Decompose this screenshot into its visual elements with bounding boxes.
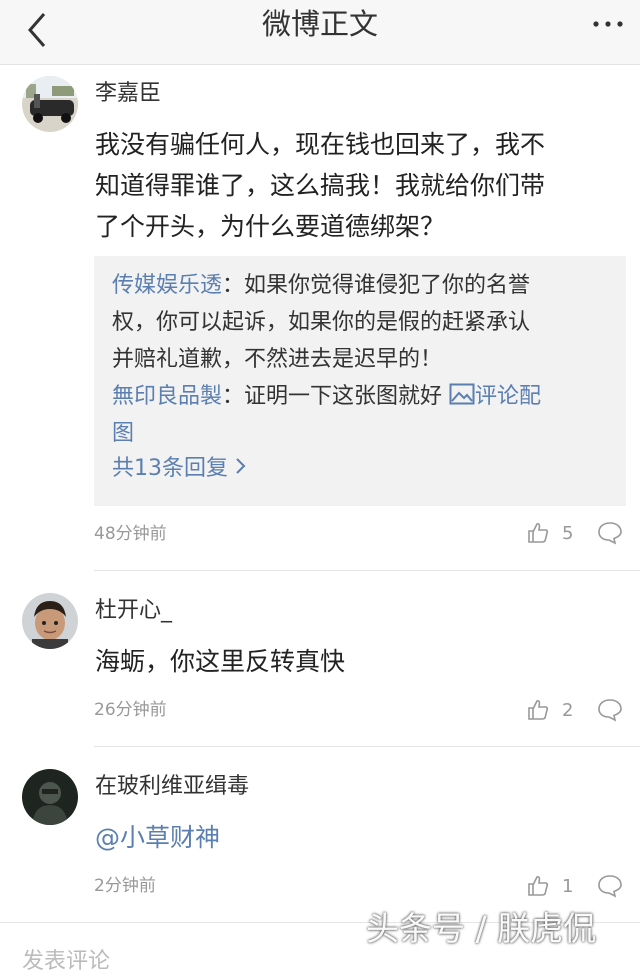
more-replies-link[interactable]: 共13条回复 — [112, 453, 247, 485]
comment-text-line: 了个开头，为什么要道德绑架？ — [95, 212, 446, 241]
like-button[interactable]: 2 — [526, 698, 586, 724]
like-count: 5 — [562, 523, 574, 544]
comment-text: 海蛎，你这里反转真快 — [95, 647, 346, 676]
reply-text-line: 权，你可以起诉，如果你的是假的赶紧承认 — [112, 310, 531, 335]
comment-picture-label: 评论配 — [475, 384, 542, 409]
reply-item: 传媒娱乐透：如果你觉得谁侵犯了你的名誉 权，你可以起诉，如果你的是假的赶紧承认 … — [112, 267, 612, 378]
comment-username[interactable]: 在玻利维亚缉毒 — [95, 772, 249, 802]
comment-username[interactable]: 杜开心_ — [95, 596, 172, 626]
reply-item: 無印良品製：证明一下这张图就好 评论配图 — [112, 378, 612, 452]
comment-username[interactable]: 李嘉臣 — [95, 79, 161, 109]
comment-time: 2分钟前 — [94, 876, 156, 896]
reply-username[interactable]: 传媒娱乐透 — [112, 273, 222, 298]
reply-button[interactable] — [597, 874, 623, 898]
comment-bubble-icon — [598, 699, 622, 722]
reply-text: ：证明一下这张图就好 — [222, 384, 443, 409]
comment-input-placeholder[interactable]: 发表评论 — [22, 947, 110, 977]
top-navigation-bar: 微博正文 — [0, 0, 640, 65]
like-button[interactable]: 1 — [526, 874, 586, 900]
like-count: 2 — [562, 700, 574, 721]
comment-time: 48分钟前 — [94, 524, 167, 544]
comment-bubble-icon — [598, 522, 622, 545]
thumbs-up-icon — [528, 522, 549, 543]
divider — [94, 746, 640, 747]
avatar[interactable] — [22, 76, 78, 132]
avatar[interactable] — [22, 769, 78, 825]
more-dots-icon — [593, 21, 623, 27]
reply-button[interactable] — [597, 698, 623, 722]
reply-text-line: ：如果你觉得谁侵犯了你的名誉 — [222, 273, 531, 298]
comment-text-line: 我没有骗任何人，现在钱也回来了，我不 — [95, 130, 546, 159]
like-button[interactable]: 5 — [526, 521, 586, 547]
more-button[interactable] — [590, 14, 626, 34]
chevron-right-icon — [236, 458, 246, 474]
like-count: 1 — [562, 876, 574, 897]
image-icon — [449, 383, 475, 405]
reply-username[interactable]: 無印良品製 — [112, 384, 222, 409]
thumbs-up-icon — [528, 875, 549, 896]
divider — [94, 570, 640, 571]
comment-time: 26分钟前 — [94, 700, 167, 720]
avatar[interactable] — [22, 593, 78, 649]
comment-text-line: 知道得罪谁了，这么搞我！我就给你们带 — [95, 171, 546, 200]
more-replies-label: 共13条回复 — [112, 456, 228, 481]
reply-box[interactable]: 传媒娱乐透：如果你觉得谁侵犯了你的名誉 权，你可以起诉，如果你的是假的赶紧承认 … — [94, 256, 626, 506]
mention-link[interactable]: @小草财神 — [95, 817, 620, 858]
thumbs-up-icon — [528, 699, 549, 720]
comment-picture-label: 图 — [112, 421, 135, 446]
comment-bubble-icon — [598, 875, 622, 898]
comment-text: 我没有骗任何人，现在钱也回来了，我不 知道得罪谁了，这么搞我！我就给你们带 了个… — [95, 124, 620, 247]
watermark: 头条号 / 朕虎侃 — [366, 909, 597, 948]
reply-text-line: 并赔礼道歉，不然进去是迟早的！ — [112, 347, 443, 372]
reply-button[interactable] — [597, 521, 623, 545]
page-title: 微博正文 — [261, 7, 378, 41]
